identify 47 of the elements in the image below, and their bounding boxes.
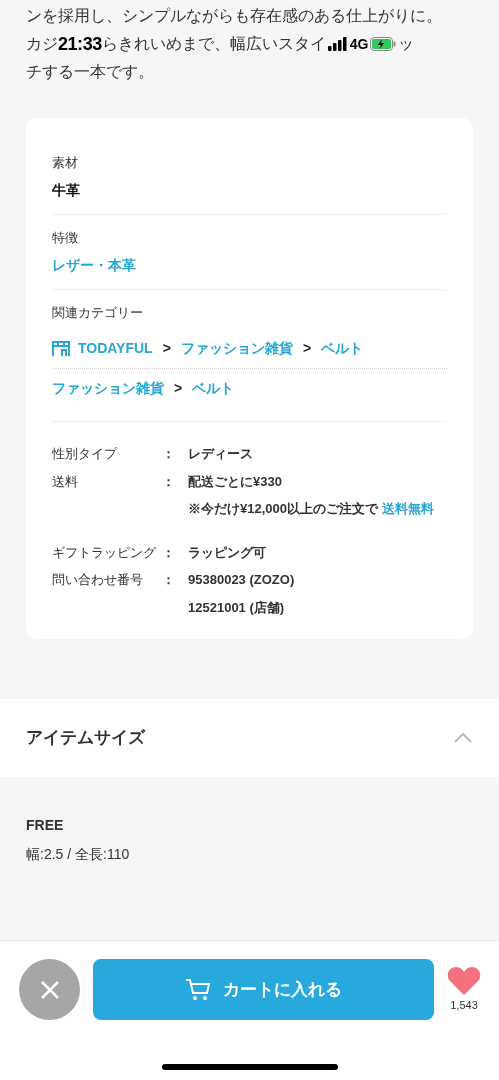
field-value: 牛革: [52, 181, 81, 200]
field-label: 特徴: [52, 229, 79, 247]
spec-colon: ：: [162, 543, 176, 562]
field-label: 関連カテゴリー: [52, 304, 144, 322]
size-name: FREE: [26, 816, 65, 835]
spec-value: レディース: [188, 445, 253, 463]
heart-icon[interactable]: [447, 965, 481, 996]
spec-colon: ：: [162, 445, 176, 463]
free-shipping-link[interactable]: 送料無料: [381, 501, 434, 516]
category-link[interactable]: ベルト: [192, 378, 235, 399]
network-label: 4G: [349, 35, 369, 54]
description-text: らきれいめまで、幅広いスタイ: [101, 34, 326, 54]
shop-link[interactable]: TODAYFUL: [52, 338, 153, 359]
signal-icon: [327, 37, 348, 51]
battery-icon: [370, 37, 397, 51]
shipping-note: ※今だけ¥12,000以上のご注文で 送料無料: [188, 500, 434, 518]
cart-icon: [185, 977, 211, 1002]
favorite-count: 1,543: [450, 997, 478, 1013]
spec-label: 性別タイプ: [52, 445, 119, 463]
spec-label: 送料: [52, 472, 79, 491]
description-text: ッ: [398, 34, 415, 54]
size-measurements: 幅:2.5 / 全長:110: [26, 845, 131, 864]
add-to-cart-button[interactable]: カートに入れる: [93, 959, 434, 1020]
description-text: チする一本です。: [26, 62, 154, 82]
field-label: 素材: [52, 154, 79, 172]
category-link[interactable]: ファッション雑貨: [180, 338, 293, 359]
breadcrumb-separator: >: [302, 339, 312, 358]
breadcrumb-separator: >: [174, 379, 183, 398]
spec-value: 95380023 (ZOZO): [188, 571, 295, 589]
status-time: 21:33: [58, 33, 102, 56]
breadcrumb-separator: >: [162, 339, 171, 358]
category-link[interactable]: ベルト: [321, 338, 364, 359]
category-link[interactable]: ファッション雑貨: [52, 378, 164, 399]
description-text: カジ: [26, 34, 58, 54]
spec-label: ギフトラッピング: [52, 543, 157, 562]
spec-value: 12521001 (店舗): [188, 598, 286, 617]
close-icon: [39, 979, 60, 1000]
spec-label: 問い合わせ番号: [52, 571, 144, 589]
section-title: アイテムサイズ: [26, 727, 145, 750]
shop-icon: [52, 340, 70, 357]
spec-value: ラッピング可: [188, 543, 266, 562]
size-section-header[interactable]: アイテムサイズ: [0, 699, 499, 777]
description-text: ンを採用し、シンプルながらも存在感のある仕上がりに。: [26, 6, 442, 26]
spec-colon: ：: [162, 571, 176, 589]
spec-value: 配送ごとに¥330: [188, 472, 283, 491]
spec-colon: ：: [162, 472, 176, 491]
feature-link[interactable]: レザー・本革: [52, 255, 447, 276]
